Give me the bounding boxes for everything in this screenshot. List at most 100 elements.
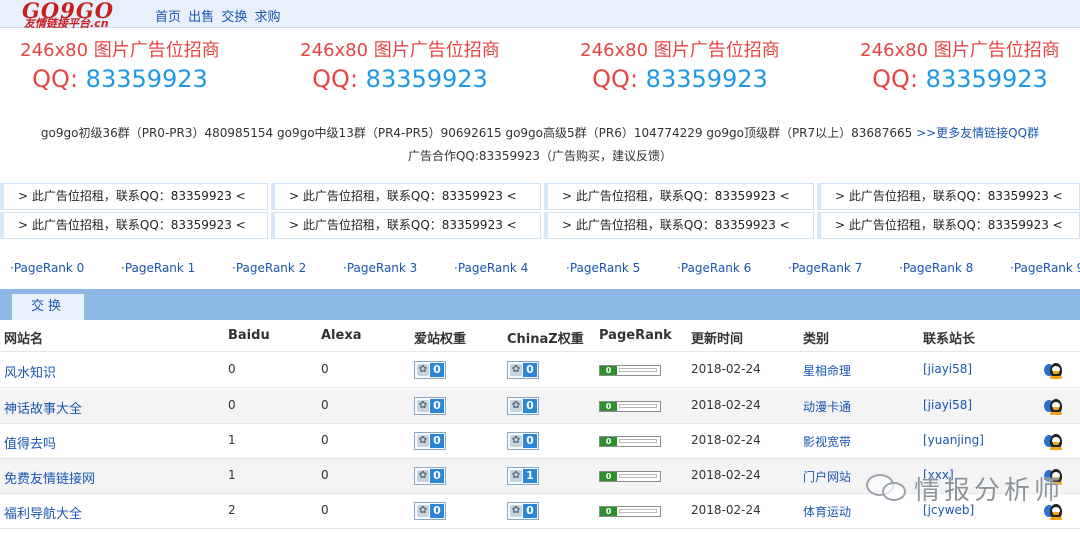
nav-buy[interactable]: 求购: [254, 10, 280, 25]
chinaz-weight-badge[interactable]: ✿ 0: [507, 432, 539, 450]
pagerank-bar: 0: [599, 365, 661, 376]
tab-bar: 交换: [0, 289, 1080, 320]
top-nav: 首页 出售 交换 求购: [155, 6, 283, 25]
ad-contact-text: 广告合作QQ:83359923（广告购买，建议反馈）: [407, 149, 672, 163]
text-ad-slot[interactable]: > 此广告位招租，联系QQ：83359923 <: [817, 183, 1080, 210]
col-header-updated: 更新时间: [691, 332, 744, 347]
paw-icon: ✿: [417, 470, 429, 482]
qq-contact-icon[interactable]: [1044, 398, 1064, 416]
ad-qq-number: 83359923: [365, 65, 488, 93]
nav-home[interactable]: 首页: [155, 10, 181, 25]
qq-contact-icon[interactable]: [1044, 433, 1064, 451]
alexa-value: 0: [321, 398, 329, 412]
col-header-site: 网站名: [4, 332, 44, 347]
alexa-value: 0: [321, 468, 329, 482]
site-name-link[interactable]: 福利导航大全: [4, 503, 82, 522]
ad-qq-number: 83359923: [645, 65, 768, 93]
alexa-value: 0: [321, 503, 329, 517]
pagerank-bar: 0: [599, 436, 661, 447]
aizhan-weight-badge[interactable]: ✿ 0: [414, 361, 446, 379]
paw-icon: ✿: [417, 435, 429, 447]
aizhan-weight-badge[interactable]: ✿ 0: [414, 397, 446, 415]
chinaz-weight-badge[interactable]: ✿ 1: [507, 467, 539, 485]
wechat-icon: [866, 474, 910, 502]
update-date: 2018-02-24: [691, 362, 761, 376]
category-link[interactable]: 动漫卡通: [803, 398, 851, 415]
logo-subtitle: 友情链接平台.cn: [24, 17, 109, 30]
ad-size-text: 246x80 图片广告位招商: [300, 40, 500, 61]
text-ad-slot[interactable]: > 此广告位招租，联系QQ：83359923 <: [0, 212, 268, 239]
ad-banner-2[interactable]: 246x80 图片广告位招商 QQ: 83359923: [280, 40, 520, 96]
update-date: 2018-02-24: [691, 433, 761, 447]
category-link[interactable]: 门户网站: [803, 468, 851, 485]
update-date: 2018-02-24: [691, 503, 761, 517]
ad-qq-label: QQ:: [872, 65, 919, 93]
ad-size-text: 246x80 图片广告位招商: [20, 40, 220, 61]
tab-exchange[interactable]: 交换: [12, 294, 84, 320]
pagerank-link-8[interactable]: ·PageRank 8: [899, 261, 973, 275]
pagerank-link-4[interactable]: ·PageRank 4: [454, 261, 528, 275]
site-name-link[interactable]: 值得去吗: [4, 433, 56, 452]
paw-icon: ✿: [417, 505, 429, 517]
table-row: 值得去吗 1 0 ✿ 0 ✿ 0 0 2018-02-24 影视宽带 [yuanji…: [0, 424, 1080, 459]
col-header-alexa: Alexa: [321, 328, 362, 343]
text-ad-slot[interactable]: > 此广告位招租，联系QQ：83359923 <: [544, 212, 814, 239]
aizhan-weight-badge[interactable]: ✿ 0: [414, 432, 446, 450]
pagerank-link-5[interactable]: ·PageRank 5: [566, 261, 640, 275]
more-qq-groups-link[interactable]: >>更多友情链接QQ群: [916, 126, 1039, 140]
baidu-value: 0: [228, 362, 236, 376]
top-bar: GO9GO 友情链接平台.cn 首页 出售 交换 求购: [0, 0, 1080, 30]
qq-group-info: go9go初级36群（PR0-PR3）480985154 go9go中级13群（…: [0, 122, 1080, 168]
pagerank-link-3[interactable]: ·PageRank 3: [343, 261, 417, 275]
category-link[interactable]: 体育运动: [803, 503, 851, 520]
category-link[interactable]: 影视宽带: [803, 433, 851, 450]
pagerank-bar: 0: [599, 506, 661, 517]
aizhan-weight-badge[interactable]: ✿ 0: [414, 467, 446, 485]
contact-link[interactable]: [jiayi58]: [923, 398, 972, 412]
table-header: 网站名 Baidu Alexa 爱站权重 ChinaZ权重 PageRank 更…: [0, 320, 1080, 352]
ad-banner-4[interactable]: 246x80 图片广告位招商 QQ: 83359923: [840, 40, 1080, 96]
update-date: 2018-02-24: [691, 398, 761, 412]
site-logo[interactable]: GO9GO 友情链接平台.cn: [22, 0, 140, 30]
pagerank-link-6[interactable]: ·PageRank 6: [677, 261, 751, 275]
chinaz-weight-badge[interactable]: ✿ 0: [507, 361, 539, 379]
pagerank-link-7[interactable]: ·PageRank 7: [788, 261, 862, 275]
alexa-value: 0: [321, 362, 329, 376]
text-ad-slot[interactable]: > 此广告位招租，联系QQ：83359923 <: [544, 183, 814, 210]
aizhan-weight-badge[interactable]: ✿ 0: [414, 502, 446, 520]
chinaz-weight-badge[interactable]: ✿ 0: [507, 397, 539, 415]
pagerank-bar: 0: [599, 471, 661, 482]
paw-icon: ✿: [510, 435, 522, 447]
ad-banner-3[interactable]: 246x80 图片广告位招商 QQ: 83359923: [560, 40, 800, 96]
qq-contact-icon[interactable]: [1044, 362, 1064, 380]
site-name-link[interactable]: 风水知识: [4, 362, 56, 381]
text-ad-slot[interactable]: > 此广告位招租，联系QQ：83359923 <: [0, 183, 268, 210]
update-date: 2018-02-24: [691, 468, 761, 482]
pagerank-link-1[interactable]: ·PageRank 1: [121, 261, 195, 275]
category-link[interactable]: 星相命理: [803, 362, 851, 379]
paw-icon: ✿: [417, 400, 429, 412]
watermark-text: 情报分析师: [914, 476, 1065, 506]
contact-link[interactable]: [jiayi58]: [923, 362, 972, 376]
pagerank-link-0[interactable]: ·PageRank 0: [10, 261, 84, 275]
chinaz-weight-badge[interactable]: ✿ 0: [507, 502, 539, 520]
ad-qq-number: 83359923: [925, 65, 1048, 93]
text-ad-slot[interactable]: > 此广告位招租，联系QQ：83359923 <: [817, 212, 1080, 239]
ad-qq-label: QQ:: [592, 65, 639, 93]
contact-link[interactable]: [yuanjing]: [923, 433, 984, 447]
table-row: 风水知识 0 0 ✿ 0 ✿ 0 0 2018-02-24 星相命理 [jiayi5…: [0, 353, 1080, 388]
nav-exchange[interactable]: 交换: [221, 10, 247, 25]
ad-banner-1[interactable]: 246x80 图片广告位招商 QQ: 83359923: [0, 40, 240, 96]
pagerank-bar: 0: [599, 401, 661, 412]
site-name-link[interactable]: 神话故事大全: [4, 398, 82, 417]
qq-group-list: go9go初级36群（PR0-PR3）480985154 go9go中级13群（…: [40, 126, 913, 140]
pagerank-link-9[interactable]: ·PageRank 9: [1010, 261, 1080, 275]
nav-sell[interactable]: 出售: [188, 10, 214, 25]
text-ad-slot[interactable]: > 此广告位招租，联系QQ：83359923 <: [271, 212, 541, 239]
table-row: 神话故事大全 0 0 ✿ 0 ✿ 0 0 2018-02-24 动漫卡通 [jiay…: [0, 389, 1080, 424]
pagerank-link-2[interactable]: ·PageRank 2: [232, 261, 306, 275]
baidu-value: 1: [228, 468, 236, 482]
col-header-aizhan: 爱站权重: [414, 332, 467, 347]
site-name-link[interactable]: 免费友情链接网: [4, 468, 95, 487]
text-ad-slot[interactable]: > 此广告位招租，联系QQ：83359923 <: [271, 183, 541, 210]
